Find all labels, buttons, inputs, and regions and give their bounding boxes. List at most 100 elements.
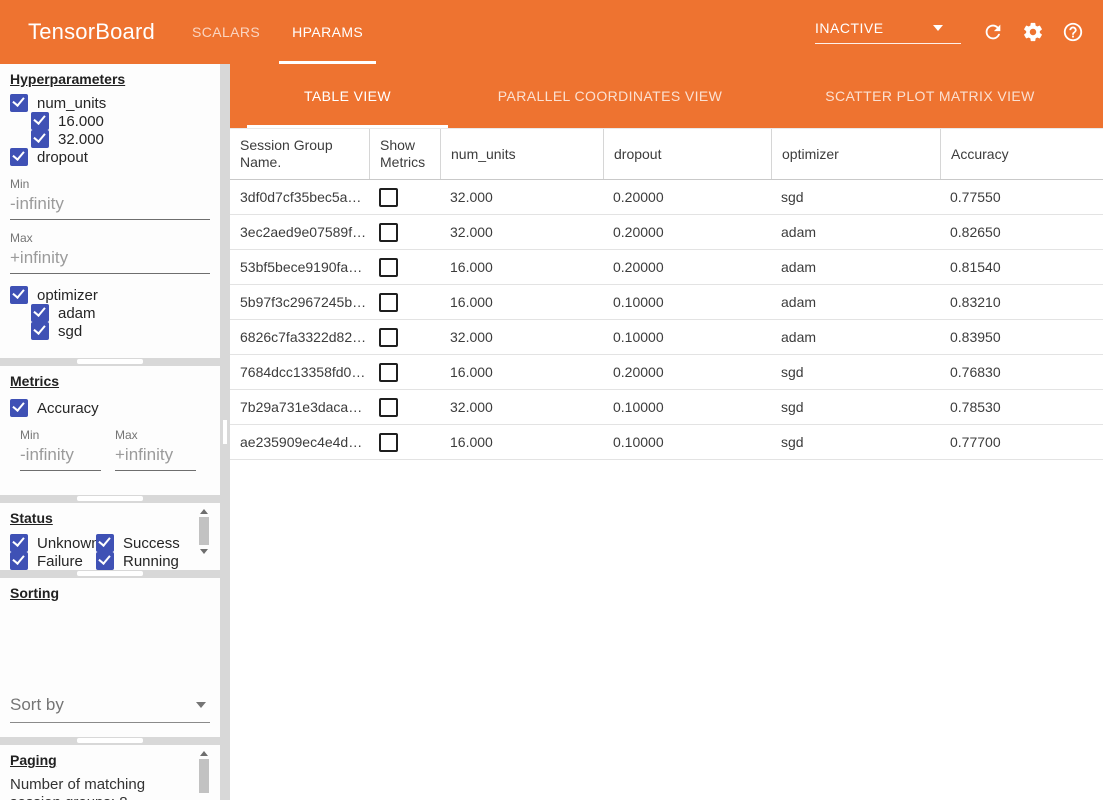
checkbox-optimizer[interactable] [10, 286, 28, 304]
column-header-optimizer[interactable]: optimizer [771, 129, 940, 179]
tab-parallel-coordinates-view[interactable]: PARALLEL COORDINATES VIEW [448, 64, 772, 128]
column-header-dropout[interactable]: dropout [603, 129, 771, 179]
show-metrics-checkbox[interactable] [379, 223, 398, 242]
help-icon [1062, 21, 1084, 43]
checkbox-label: Failure [37, 553, 83, 570]
checkbox-running[interactable] [96, 552, 114, 570]
accuracy-cell: 0.76830 [940, 355, 1103, 389]
checkbox-num-units[interactable] [10, 94, 28, 112]
status-scrollbar[interactable] [197, 509, 211, 567]
help-button[interactable] [1053, 12, 1093, 52]
checkbox-16-000[interactable] [31, 112, 49, 130]
tab-table-view[interactable]: TABLE VIEW [247, 64, 448, 128]
resize-handle[interactable] [77, 359, 143, 364]
show-metrics-checkbox[interactable] [379, 398, 398, 417]
settings-button[interactable] [1013, 12, 1053, 52]
run-status-value: INACTIVE [815, 20, 961, 44]
column-header-session-group-name[interactable]: Session Group Name. [230, 129, 369, 179]
checkbox-success[interactable] [96, 534, 114, 552]
column-header-accuracy[interactable]: Accuracy [940, 129, 1103, 179]
dropout-cell: 0.10000 [603, 320, 771, 354]
checkbox-sgd[interactable] [31, 322, 49, 340]
refresh-icon [982, 21, 1004, 43]
checkbox-row-adam: adam [31, 304, 210, 322]
accuracy-cell: 0.83210 [940, 285, 1103, 319]
show-metrics-cell [369, 180, 440, 214]
refresh-button[interactable] [973, 12, 1013, 52]
sidebar: Hyperparameters num_units16.00032.000dro… [0, 64, 230, 800]
dropout-cell: 0.20000 [603, 355, 771, 389]
top-nav-tabs: SCALARS HPARAMS [176, 0, 379, 64]
checkbox-adam[interactable] [31, 304, 49, 322]
num-units-cell: 32.000 [440, 320, 603, 354]
scroll-down-icon[interactable] [200, 549, 208, 554]
sorting-panel: Sorting Sort by Direction [0, 578, 220, 737]
show-metrics-checkbox[interactable] [379, 258, 398, 277]
run-status-dropdown[interactable]: INACTIVE [815, 20, 961, 44]
column-header-show-metrics[interactable]: Show Metrics [369, 129, 440, 179]
main-area: TABLE VIEW PARALLEL COORDINATES VIEW SCA… [230, 64, 1103, 800]
num-units-cell: 16.000 [440, 425, 603, 459]
session-group-name-cell: 5b97f3c2967245b… [230, 285, 369, 319]
optimizer-cell: adam [771, 320, 940, 354]
num-units-cell: 16.000 [440, 285, 603, 319]
chevron-down-icon [933, 25, 943, 31]
checkbox-label: sgd [58, 323, 82, 340]
tab-hparams[interactable]: HPARAMS [276, 0, 379, 64]
show-metrics-checkbox[interactable] [379, 363, 398, 382]
resize-handle[interactable] [77, 738, 143, 743]
resize-handle[interactable] [77, 496, 143, 501]
checkbox-dropout[interactable] [10, 148, 28, 166]
dropout-cell: 0.20000 [603, 180, 771, 214]
status-item-unknown: Unknown [10, 534, 96, 552]
checkbox-failure[interactable] [10, 552, 28, 570]
table-row: 7684dcc13358fd0…16.0000.20000sgd0.76830 [230, 355, 1103, 390]
max-label: Max [10, 231, 210, 245]
checkbox-unknown[interactable] [10, 534, 28, 552]
table-row: 3df0d7cf35bec5a…32.0000.20000sgd0.77550 [230, 180, 1103, 215]
accuracy-max-input[interactable] [115, 442, 196, 471]
checkbox-accuracy[interactable] [10, 399, 28, 417]
checkbox-32-000[interactable] [31, 130, 49, 148]
scroll-up-icon[interactable] [200, 509, 208, 514]
tab-scalars[interactable]: SCALARS [176, 0, 276, 64]
sidebar-scrollbar-thumb[interactable] [223, 420, 227, 444]
scroll-up-icon[interactable] [200, 751, 208, 756]
app-title: TensorBoard [28, 19, 155, 45]
accuracy-min-input[interactable] [20, 442, 101, 471]
hyperparameters-panel: Hyperparameters num_units16.00032.000dro… [0, 64, 220, 358]
resize-handle[interactable] [77, 571, 143, 576]
paging-panel: Paging Number of matching session groups… [0, 745, 220, 800]
metrics-minmax: Min Max [20, 428, 210, 471]
status-item-success: Success [96, 534, 180, 552]
accuracy-cell: 0.78530 [940, 390, 1103, 424]
sort-by-dropdown[interactable]: Sort by [10, 695, 210, 723]
dropout-cell: 0.10000 [603, 285, 771, 319]
show-metrics-checkbox[interactable] [379, 293, 398, 312]
show-metrics-checkbox[interactable] [379, 433, 398, 452]
paging-scrollbar[interactable] [197, 751, 211, 797]
session-group-name-cell: 3df0d7cf35bec5a… [230, 180, 369, 214]
session-group-name-cell: 3ec2aed9e07589f… [230, 215, 369, 249]
show-metrics-checkbox[interactable] [379, 188, 398, 207]
tab-scatter-plot-matrix-view[interactable]: SCATTER PLOT MATRIX VIEW [772, 64, 1088, 128]
dropout-min-field: Min [10, 177, 210, 220]
app-bar: TensorBoard SCALARS HPARAMS INACTIVE [0, 0, 1103, 64]
dropout-cell: 0.10000 [603, 390, 771, 424]
accuracy-cell: 0.81540 [940, 250, 1103, 284]
show-metrics-checkbox[interactable] [379, 328, 398, 347]
dropout-max-input[interactable] [10, 245, 210, 274]
dropout-min-input[interactable] [10, 191, 210, 220]
optimizer-cell: sgd [771, 425, 940, 459]
app-bar-actions: INACTIVE [815, 0, 1093, 64]
show-metrics-cell [369, 285, 440, 319]
optimizer-cell: adam [771, 215, 940, 249]
scrollbar-thumb[interactable] [199, 517, 209, 545]
column-header-num-units[interactable]: num_units [440, 129, 603, 179]
scrollbar-thumb[interactable] [199, 759, 209, 793]
checkbox-label: num_units [37, 95, 106, 112]
num-units-cell: 32.000 [440, 390, 603, 424]
checkbox-row-accuracy: Accuracy [10, 399, 210, 417]
checkbox-label: 32.000 [58, 131, 104, 148]
num-units-cell: 16.000 [440, 250, 603, 284]
